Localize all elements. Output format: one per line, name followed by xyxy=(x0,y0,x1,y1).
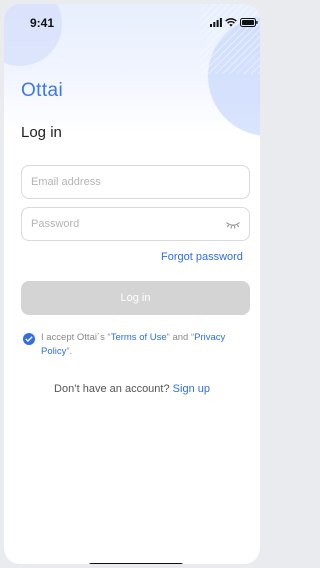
wifi-icon xyxy=(225,18,237,27)
agree-checkbox[interactable] xyxy=(23,333,35,345)
status-bar: 9:41 xyxy=(4,4,260,44)
signup-text: Don’t have an account? xyxy=(54,383,170,395)
sign-up-link[interactable]: Sign up xyxy=(173,383,210,395)
agreement-suffix: ”. xyxy=(66,346,73,357)
agreement-text: I accept Ottai´s “Terms of Use” and “Pri… xyxy=(41,331,251,359)
email-field[interactable] xyxy=(21,165,250,199)
checkmark-icon xyxy=(25,336,33,342)
email-input[interactable] xyxy=(31,166,221,198)
agreement-prefix: I accept Ottai´s “ xyxy=(41,332,111,343)
password-input[interactable] xyxy=(31,208,221,240)
home-indicator xyxy=(89,563,183,564)
forgot-password-link[interactable]: Forgot password xyxy=(161,251,243,263)
signup-prompt: Don’t have an account? Sign up xyxy=(4,383,260,395)
agreement-middle: ” and “ xyxy=(166,332,195,343)
eye-closed-icon[interactable] xyxy=(225,220,241,230)
brand-logo: Ottai xyxy=(21,80,64,101)
password-field[interactable] xyxy=(21,207,250,241)
app-screen: 9:41 Ottai Log in Email address Forgot p… xyxy=(4,4,260,564)
signal-icon xyxy=(210,18,222,27)
status-time: 9:41 xyxy=(30,16,55,30)
terms-of-use-link[interactable]: Terms of Use xyxy=(111,332,167,343)
page-title: Log in xyxy=(21,124,62,141)
login-button[interactable]: Log in xyxy=(21,281,250,315)
battery-icon xyxy=(240,18,258,27)
